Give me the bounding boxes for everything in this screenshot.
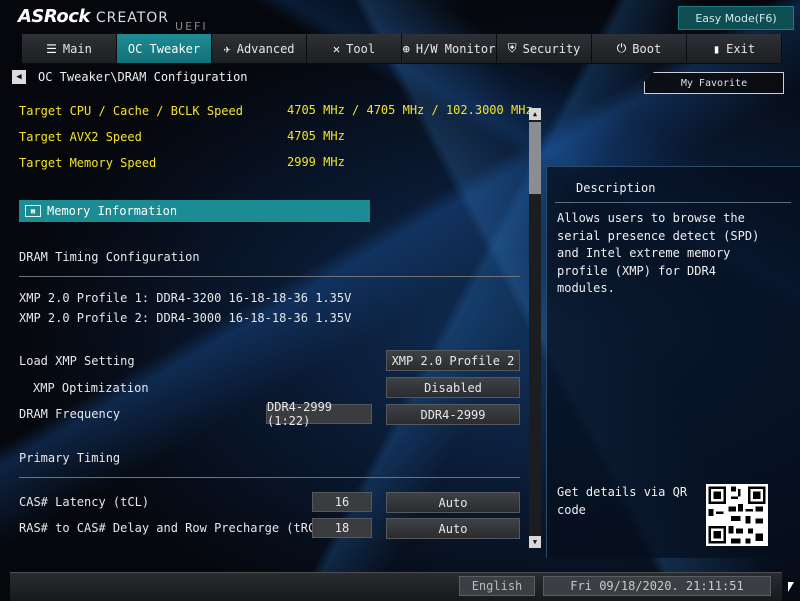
cas-latency-current: 16: [312, 492, 372, 512]
ras-cas-delay-current: 18: [312, 518, 372, 538]
mouse-cursor-icon: [788, 582, 794, 592]
brand-name: ASRock: [18, 6, 90, 27]
xmp-optimization-select[interactable]: Disabled: [386, 377, 520, 398]
exit-icon: ▮: [712, 41, 721, 56]
plane-icon: ✈: [223, 41, 231, 56]
target-cpu-value: 4705 MHz / 4705 MHz / 102.3000 MHz: [287, 103, 533, 117]
tab-main[interactable]: ☰ Main: [22, 34, 117, 64]
divider: [19, 276, 520, 277]
qr-code-icon: [706, 484, 768, 546]
description-text: Allows users to browse the serial presen…: [557, 211, 760, 295]
product-name: CREATOR: [95, 10, 170, 26]
target-memory-value: 2999 MHz: [287, 155, 345, 169]
tab-tool[interactable]: ✕ Tool: [307, 34, 402, 64]
easy-mode-button[interactable]: Easy Mode(F6): [678, 6, 794, 30]
target-memory-label: Target Memory Speed: [19, 156, 157, 170]
section-dram-timing: DRAM Timing Configuration: [19, 250, 200, 264]
uefi-label: UEFI: [175, 20, 208, 33]
qr-caption: Get details via QR code: [557, 485, 688, 517]
power-icon: ⏻: [616, 41, 627, 55]
back-arrow-icon[interactable]: ◀: [12, 70, 26, 84]
divider: [555, 202, 791, 203]
load-xmp-select[interactable]: XMP 2.0 Profile 2: [386, 350, 520, 371]
dram-frequency-current: DDR4-2999 (1:22): [266, 400, 372, 428]
tab-boot[interactable]: ⏻ Boot: [592, 34, 687, 64]
tab-exit[interactable]: ▮ Exit: [687, 34, 782, 64]
brand-logo: ASRock CREATOR UEFI: [18, 6, 208, 33]
ras-cas-delay-select[interactable]: Auto: [386, 518, 520, 539]
tab-label: Main: [62, 41, 92, 56]
memory-information-item[interactable]: ▦ Memory Information: [19, 200, 370, 222]
tools-icon: ✕: [332, 41, 341, 56]
divider: [19, 477, 520, 478]
main-tabs: ☰ Main OC Tweaker ✈ Advanced ✕ Tool ⊕ H/…: [22, 34, 782, 64]
tab-label: Boot: [632, 41, 662, 56]
ras-cas-delay-label: RAS# to CAS# Delay and Row Precharge (tR…: [19, 521, 352, 535]
xmp-profile-1: XMP 2.0 Profile 1: DDR4-3200 16-18-18-36…: [19, 291, 352, 305]
my-favorite-button[interactable]: My Favorite: [644, 72, 784, 94]
memory-module-icon: ▦: [25, 205, 41, 217]
breadcrumb-path: OC Tweaker\DRAM Configuration: [38, 70, 248, 84]
target-avx2-label: Target AVX2 Speed: [19, 130, 142, 144]
cas-latency-select[interactable]: Auto: [386, 492, 520, 513]
memory-information-label: Memory Information: [47, 204, 178, 218]
description-title: Description: [576, 181, 656, 195]
target-avx2-value: 4705 MHz: [287, 129, 345, 143]
scrollbar-thumb[interactable]: [529, 122, 541, 194]
load-xmp-label: Load XMP Setting: [19, 354, 135, 368]
tab-advanced[interactable]: ✈ Advanced: [212, 34, 307, 64]
scroll-down-icon[interactable]: ▼: [529, 536, 541, 548]
target-cpu-label: Target CPU / Cache / BCLK Speed: [19, 104, 243, 118]
xmp-profile-2: XMP 2.0 Profile 2: DDR4-3000 16-18-18-36…: [19, 311, 352, 325]
tab-security[interactable]: ⛨ Security: [497, 34, 592, 64]
tab-label: Advanced: [236, 41, 295, 56]
tab-label: OC Tweaker: [127, 41, 201, 56]
language-button[interactable]: English: [459, 576, 535, 596]
section-primary-timing: Primary Timing: [19, 451, 121, 465]
cas-latency-label: CAS# Latency (tCL): [19, 495, 150, 509]
tab-label: Security: [522, 41, 581, 56]
xmp-optimization-label: XMP Optimization: [33, 381, 149, 395]
datetime-display: Fri 09/18/2020. 21:11:51: [543, 576, 771, 596]
shield-icon: ⛨: [507, 41, 517, 55]
list-icon: ☰: [46, 41, 57, 56]
dram-frequency-label: DRAM Frequency: [19, 407, 121, 421]
monitor-icon: ⊕: [402, 41, 410, 56]
breadcrumb: ◀ OC Tweaker\DRAM Configuration: [12, 70, 248, 84]
tab-hw-monitor[interactable]: ⊕ H/W Monitor: [402, 34, 497, 64]
tab-label: Exit: [726, 41, 756, 56]
tab-oc-tweaker[interactable]: OC Tweaker: [117, 34, 212, 64]
tab-label: H/W Monitor: [415, 41, 496, 56]
dram-frequency-select[interactable]: DDR4-2999: [386, 404, 520, 425]
tab-label: Tool: [346, 41, 376, 56]
scroll-up-icon[interactable]: ▲: [529, 108, 541, 120]
